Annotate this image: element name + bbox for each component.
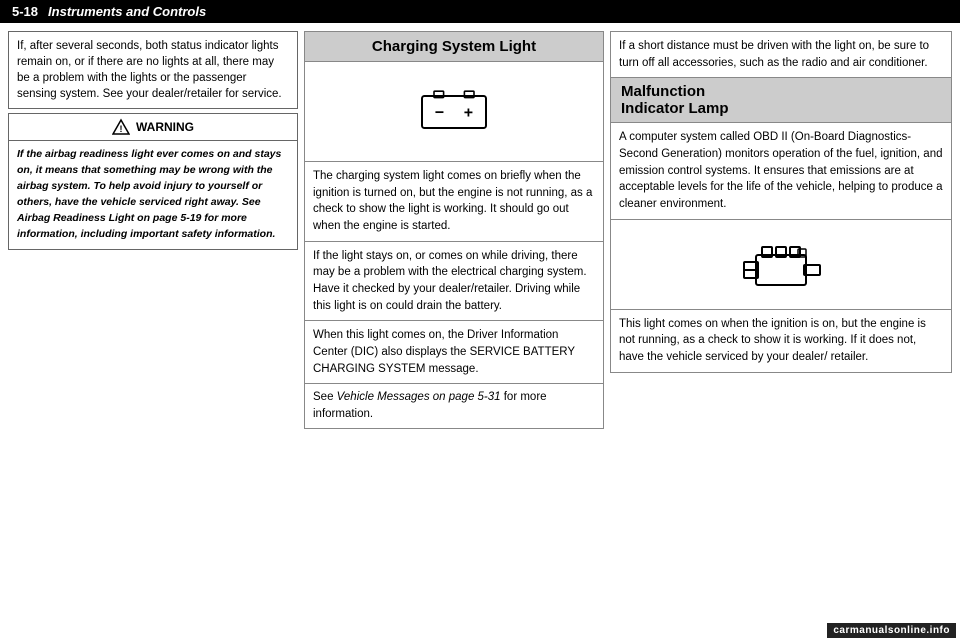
page-header: 5-18 Instruments and Controls <box>0 0 960 23</box>
svg-text:+: + <box>464 104 473 121</box>
engine-image-box <box>610 220 952 310</box>
malfunction-header: Malfunction Indicator Lamp <box>610 78 952 123</box>
content-area: If, after several seconds, both status i… <box>0 23 960 639</box>
svg-text:−: − <box>435 104 444 121</box>
section-title: Instruments and Controls <box>48 4 206 19</box>
malfunction-header-line2: Indicator Lamp <box>621 100 941 117</box>
svg-text:!: ! <box>120 124 123 134</box>
info-box: If, after several seconds, both status i… <box>8 31 298 109</box>
engine-light-icon <box>736 227 826 302</box>
obd-text-box: A computer system called OBD II (On-Boar… <box>610 123 952 219</box>
warning-triangle-icon: ! <box>112 118 130 136</box>
charging-system-header: Charging System Light <box>304 31 604 62</box>
malfunction-header-line1: Malfunction <box>621 83 941 100</box>
middle-column: Charging System Light − + The charging s… <box>304 31 604 631</box>
charging-text-3: When this light comes on, the Driver Inf… <box>304 321 604 384</box>
battery-icon: − + <box>414 77 494 147</box>
warning-label: WARNING <box>136 120 194 134</box>
battery-image-box: − + <box>304 62 604 162</box>
charging-text-2: If the light stays on, or comes on while… <box>304 242 604 322</box>
charging-text-1: The charging system light comes on brief… <box>304 162 604 242</box>
warning-body: If the airbag readiness light ever comes… <box>9 141 297 249</box>
warning-header: ! WARNING <box>9 114 297 141</box>
right-column: If a short distance must be driven with … <box>610 31 952 631</box>
warning-box: ! WARNING If the airbag readiness light … <box>8 113 298 250</box>
page-number: 5-18 <box>12 4 38 19</box>
engine-light-text-box: This light comes on when the ignition is… <box>610 310 952 373</box>
charging-text-4: See Vehicle Messages on page 5-31 for mo… <box>304 384 604 428</box>
info-text: If, after several seconds, both status i… <box>17 40 282 100</box>
watermark: carmanualsonline.info <box>827 623 956 638</box>
right-top-text: If a short distance must be driven with … <box>610 31 952 78</box>
left-column: If, after several seconds, both status i… <box>8 31 298 631</box>
warning-body-text: If the airbag readiness light ever comes… <box>17 148 281 240</box>
vehicle-messages-link: Vehicle Messages on page 5-31 <box>337 391 501 403</box>
